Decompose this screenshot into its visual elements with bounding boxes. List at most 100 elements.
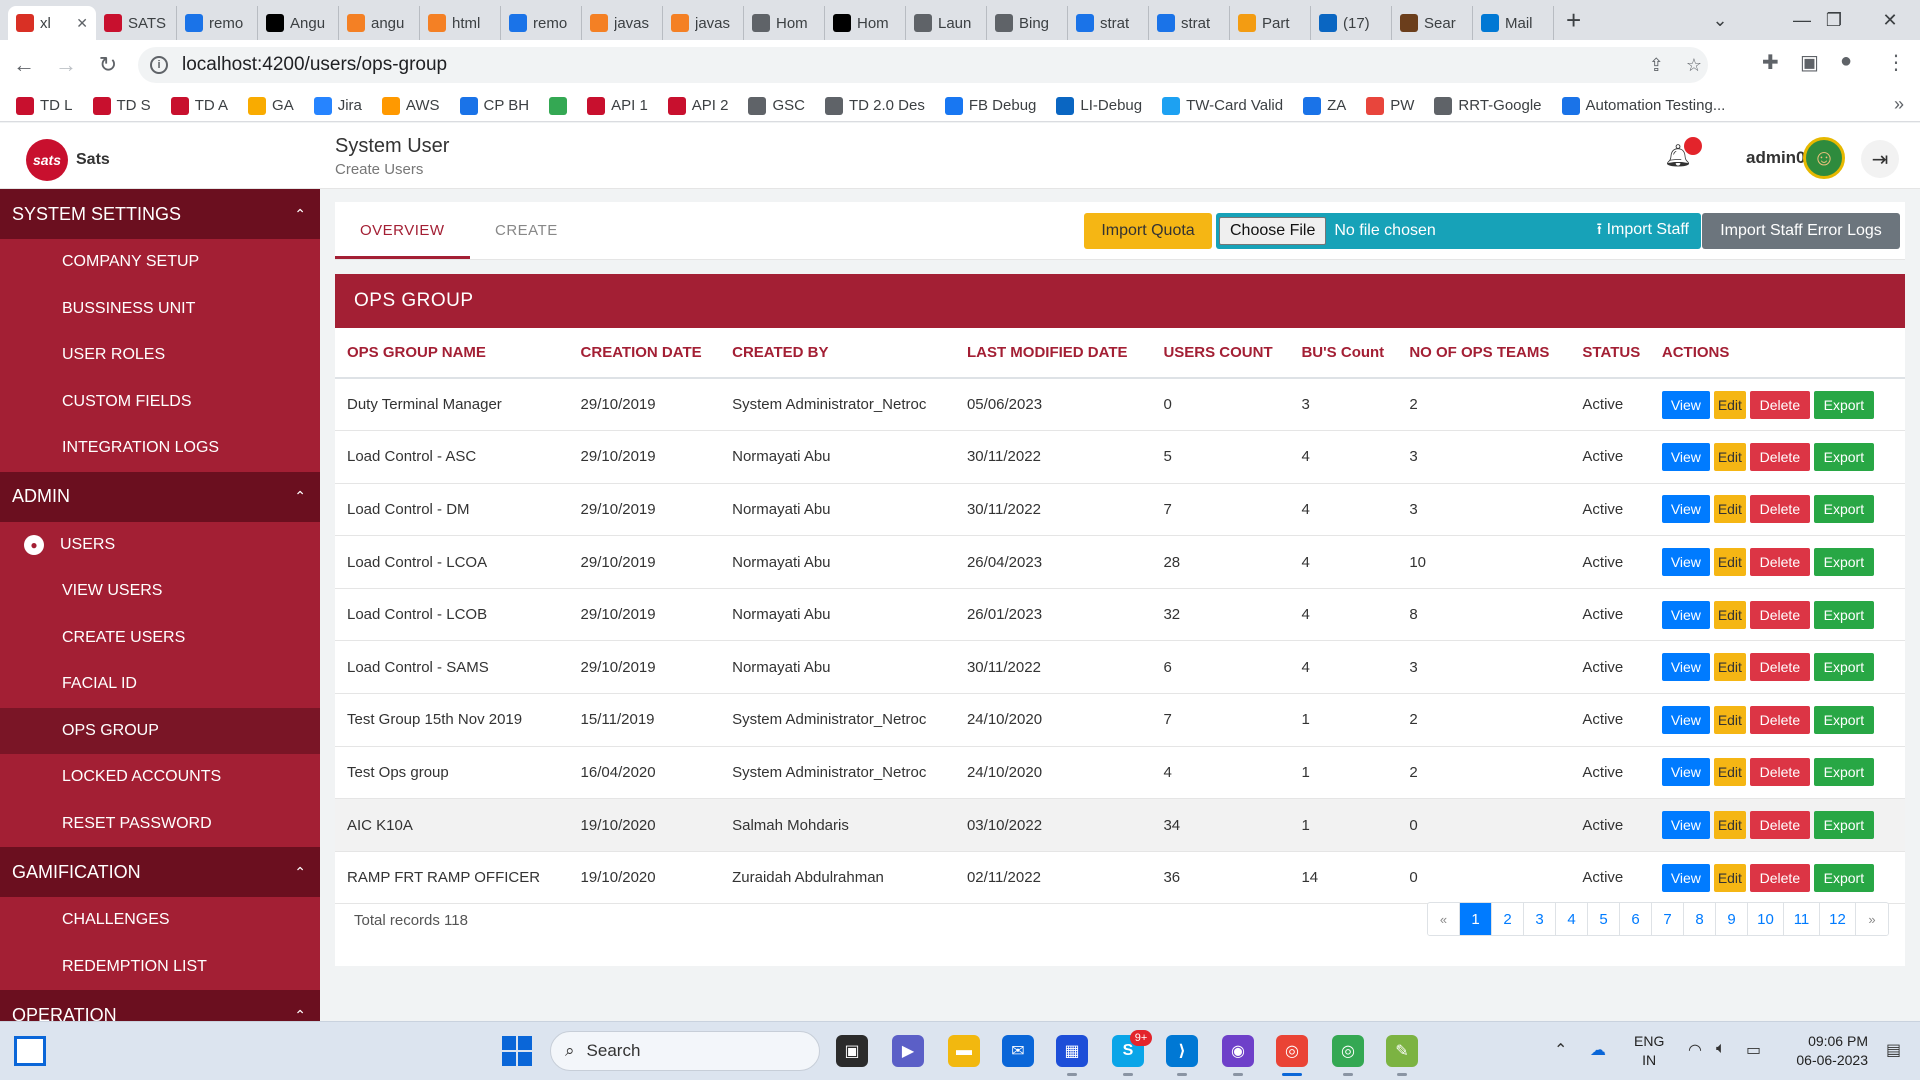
edit-button[interactable]: Edit: [1713, 495, 1746, 524]
sidebar-section-header[interactable]: OPERATION ⌃: [0, 990, 320, 1021]
bookmark-item[interactable]: GSC: [748, 96, 805, 115]
next-page-button[interactable]: »: [1856, 903, 1888, 935]
browser-tab[interactable]: javas: [663, 6, 744, 40]
browser-tab[interactable]: Mail: [1473, 6, 1554, 40]
export-button[interactable]: Export: [1813, 705, 1874, 734]
edit-button[interactable]: Edit: [1713, 811, 1746, 840]
view-button[interactable]: View: [1661, 758, 1710, 787]
bookmark-item[interactable]: API 2: [667, 96, 728, 115]
maximize-icon[interactable]: ❐: [1804, 0, 1864, 40]
new-tab-button[interactable]: +: [1566, 5, 1581, 36]
sidebar-item-facial-id[interactable]: FACIAL ID: [0, 661, 320, 708]
edit-button[interactable]: Edit: [1713, 600, 1746, 629]
page-button[interactable]: 3: [1524, 903, 1556, 935]
bookmark-item[interactable]: LI-Debug: [1056, 96, 1142, 115]
clock[interactable]: 09:06 PM 06-06-2023: [1774, 1032, 1868, 1070]
delete-button[interactable]: Delete: [1749, 600, 1810, 629]
site-info-icon[interactable]: i: [150, 56, 168, 74]
bookmark-item[interactable]: ZA: [1303, 96, 1346, 115]
edit-button[interactable]: Edit: [1713, 442, 1746, 471]
page-button[interactable]: 10: [1748, 903, 1784, 935]
view-button[interactable]: View: [1661, 548, 1710, 577]
volume-icon[interactable]: 🔈︎: [1716, 1040, 1726, 1058]
sidebar-section-header[interactable]: GAMIFICATION ⌃: [0, 847, 320, 897]
vscode-icon[interactable]: ⟩: [1166, 1035, 1198, 1076]
mail-icon[interactable]: ✉: [1002, 1035, 1034, 1067]
page-button[interactable]: 4: [1556, 903, 1588, 935]
browser-tab[interactable]: remo: [501, 6, 582, 40]
chrome-profile-icon[interactable]: ◎: [1332, 1035, 1364, 1076]
export-button[interactable]: Export: [1813, 653, 1874, 682]
delete-button[interactable]: Delete: [1749, 863, 1810, 892]
sidebar-item-redemption-list[interactable]: REDEMPTION LIST: [0, 944, 320, 991]
browser-tab[interactable]: (17): [1311, 6, 1392, 40]
sidebar-item-challenges[interactable]: CHALLENGES: [0, 897, 320, 944]
side-panel-icon[interactable]: ▣: [1800, 50, 1819, 75]
battery-icon[interactable]: ▭: [1746, 1040, 1761, 1060]
browser-tab[interactable]: angu: [339, 6, 420, 40]
browser-tab[interactable]: remo: [177, 6, 258, 40]
delete-button[interactable]: Delete: [1749, 548, 1810, 577]
bookmark-item[interactable]: FB Debug: [944, 96, 1036, 115]
import-quota-button[interactable]: Import Quota: [1084, 213, 1212, 249]
delete-button[interactable]: Delete: [1749, 442, 1810, 471]
sidebar-section-header[interactable]: ADMIN ⌃: [0, 471, 320, 522]
delete-button[interactable]: Delete: [1749, 811, 1810, 840]
prev-page-button[interactable]: «: [1428, 903, 1460, 935]
bookmark-item[interactable]: API 1: [587, 96, 648, 115]
onedrive-icon[interactable]: ☁: [1590, 1040, 1606, 1060]
file-explorer-icon[interactable]: ▬: [948, 1035, 980, 1067]
export-button[interactable]: Export: [1813, 442, 1874, 471]
page-button[interactable]: 11: [1784, 903, 1820, 935]
extensions-icon[interactable]: ✚: [1762, 50, 1779, 75]
view-button[interactable]: View: [1661, 863, 1710, 892]
bookmark-item[interactable]: Automation Testing...: [1561, 96, 1725, 115]
sidebar-item-create-users[interactable]: CREATE USERS: [0, 615, 320, 662]
bookmark-item[interactable]: TD 2.0 Des: [824, 96, 925, 115]
tab-overview[interactable]: OVERVIEW: [360, 222, 445, 239]
share-icon[interactable]: ⇪: [1649, 55, 1664, 76]
delete-button[interactable]: Delete: [1749, 653, 1810, 682]
photos-icon[interactable]: ✎: [1386, 1035, 1418, 1076]
browser-tab[interactable]: strat: [1149, 6, 1230, 40]
import-staff-error-logs-button[interactable]: Import Staff Error Logs: [1702, 213, 1900, 249]
bookmark-item[interactable]: AWS: [381, 96, 440, 115]
sidebar-item-view-users[interactable]: VIEW USERS: [0, 568, 320, 615]
view-button[interactable]: View: [1661, 705, 1710, 734]
export-button[interactable]: Export: [1813, 758, 1874, 787]
page-button[interactable]: 9: [1716, 903, 1748, 935]
bookmark-item[interactable]: PW: [1366, 96, 1414, 115]
tab-create[interactable]: CREATE: [495, 222, 558, 239]
view-button[interactable]: View: [1661, 390, 1710, 419]
start-button[interactable]: [502, 1036, 532, 1066]
export-button[interactable]: Export: [1813, 495, 1874, 524]
tab-search-icon[interactable]: ⌄: [1690, 0, 1750, 40]
bookmark-star-icon[interactable]: ☆: [1686, 55, 1702, 76]
choose-file-button[interactable]: Choose File: [1219, 217, 1327, 245]
edit-button[interactable]: Edit: [1713, 758, 1746, 787]
url-input[interactable]: i localhost:4200/users/ops-group ⇪ ☆: [138, 47, 1708, 83]
widgets-icon[interactable]: [14, 1036, 46, 1066]
import-staff-button[interactable]: ⭱ Import Staff: [1597, 218, 1689, 245]
sidebar-item-reset-password[interactable]: RESET PASSWORD: [0, 801, 320, 848]
export-button[interactable]: Export: [1813, 548, 1874, 577]
edit-button[interactable]: Edit: [1713, 705, 1746, 734]
taskbar-search[interactable]: ⌕ Search: [550, 1031, 820, 1071]
bookmark-item[interactable]: TD A: [170, 96, 228, 115]
teams-icon[interactable]: ▶: [892, 1035, 924, 1067]
browser-tab[interactable]: javas: [582, 6, 663, 40]
browser-tab[interactable]: Part: [1230, 6, 1311, 40]
show-hidden-icons[interactable]: ⌃: [1554, 1040, 1567, 1060]
chrome-menu-icon[interactable]: ⋮: [1886, 50, 1906, 75]
bookmark-item[interactable]: TD L: [16, 96, 73, 115]
github-icon[interactable]: ◉: [1222, 1035, 1254, 1076]
export-button[interactable]: Export: [1813, 390, 1874, 419]
delete-button[interactable]: Delete: [1749, 495, 1810, 524]
view-button[interactable]: View: [1661, 811, 1710, 840]
edit-button[interactable]: Edit: [1713, 548, 1746, 577]
language-indicator[interactable]: ENG IN: [1634, 1032, 1664, 1070]
profile-icon[interactable]: ●: [1840, 50, 1852, 73]
forward-icon[interactable]: →: [48, 47, 84, 83]
bookmark-item[interactable]: Jira: [313, 96, 362, 115]
sidebar-item-users[interactable]: ● USERS: [0, 522, 320, 569]
